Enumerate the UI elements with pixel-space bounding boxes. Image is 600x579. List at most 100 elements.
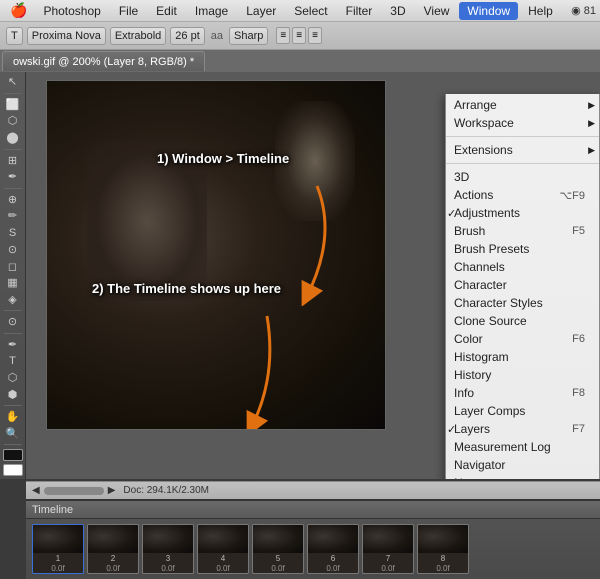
align-left-button[interactable]: ≡ xyxy=(276,27,290,44)
shape-tool[interactable]: ⬢ xyxy=(2,387,24,403)
color-shortcut: F6 xyxy=(572,333,585,345)
menu-item-color[interactable]: Color F6 xyxy=(446,330,599,348)
options-bar: T Proxima Nova Extrabold 26 pt aa Sharp … xyxy=(0,22,600,50)
menubar-item-view[interactable]: View xyxy=(416,2,458,20)
menubar-item-layer[interactable]: Layer xyxy=(238,2,284,20)
gradient-tool[interactable]: ▦ xyxy=(2,275,24,291)
frame-thumb-4-time: 0.0f xyxy=(216,564,229,573)
frame-thumb-7[interactable]: 7 0.0f xyxy=(362,524,414,574)
window-menu-dropdown: Arrange Workspace Extensions 3D Actions … xyxy=(445,94,600,479)
frame-thumb-5[interactable]: 5 0.0f xyxy=(252,524,304,574)
timeline-scroll-thumb[interactable] xyxy=(44,487,104,495)
pen-tool[interactable]: ✒ xyxy=(2,336,24,352)
path-select-tool[interactable]: ⬡ xyxy=(2,370,24,386)
menubar-item-window[interactable]: Window xyxy=(459,2,518,20)
menu-item-navigator[interactable]: Navigator xyxy=(446,456,599,474)
menubar-left: 🍎 Photoshop File Edit Image Layer Select… xyxy=(4,2,561,20)
frame-thumb-6-time: 0.0f xyxy=(326,564,339,573)
frame-thumb-3-image xyxy=(143,525,193,553)
menubar-item-select[interactable]: Select xyxy=(286,2,335,20)
frame-thumb-2-image xyxy=(88,525,138,553)
brush-tool[interactable]: ✏ xyxy=(2,208,24,224)
layers-shortcut: F7 xyxy=(572,423,585,435)
frame-thumb-8-num: 8 xyxy=(441,553,445,564)
frame-thumb-2[interactable]: 2 0.0f xyxy=(87,524,139,574)
scroll-right-button[interactable]: ▶ xyxy=(108,485,116,496)
scroll-left-button[interactable]: ◀ xyxy=(32,485,40,496)
frame-thumb-4-image xyxy=(198,525,248,553)
frame-thumb-1[interactable]: 1 0.0f xyxy=(32,524,84,574)
menubar-item-3d[interactable]: 3D xyxy=(382,2,413,20)
menubar-item-image[interactable]: Image xyxy=(187,2,236,20)
menu-item-histogram[interactable]: Histogram xyxy=(446,348,599,366)
frame-thumb-4[interactable]: 4 0.0f xyxy=(197,524,249,574)
menu-item-brush-presets[interactable]: Brush Presets xyxy=(446,240,599,258)
frame-thumb-7-time: 0.0f xyxy=(381,564,394,573)
frame-thumb-3[interactable]: 3 0.0f xyxy=(142,524,194,574)
menu-item-notes[interactable]: Notes xyxy=(446,474,599,479)
arrow-2-icon xyxy=(197,306,317,430)
menu-item-clone-source[interactable]: Clone Source xyxy=(446,312,599,330)
tool-type-indicator: T xyxy=(6,27,23,45)
menu-item-actions[interactable]: Actions ⌥F9 xyxy=(446,186,599,204)
clone-tool[interactable]: S xyxy=(2,225,24,241)
marquee-tool[interactable]: ⬜ xyxy=(2,96,24,112)
apple-menu[interactable]: 🍎 xyxy=(4,2,33,19)
frame-thumb-5-image xyxy=(253,525,303,553)
frame-thumb-6[interactable]: 6 0.0f xyxy=(307,524,359,574)
menu-divider-1 xyxy=(446,136,599,137)
frame-thumb-8[interactable]: 8 0.0f xyxy=(417,524,469,574)
zoom-tool[interactable]: 🔍 xyxy=(2,426,24,442)
menu-item-history[interactable]: History xyxy=(446,366,599,384)
align-center-button[interactable]: ≡ xyxy=(292,27,306,44)
background-color[interactable] xyxy=(3,464,23,476)
move-tool[interactable]: ↖ xyxy=(2,74,24,90)
menu-item-info[interactable]: Info F8 xyxy=(446,384,599,402)
document-tab[interactable]: owski.gif @ 200% (Layer 8, RGB/8) * xyxy=(2,51,205,71)
tool-divider-5 xyxy=(4,333,22,334)
menu-item-measurement-log[interactable]: Measurement Log xyxy=(446,438,599,456)
foreground-color[interactable] xyxy=(3,449,23,461)
dodge-tool[interactable]: ⊙ xyxy=(2,314,24,330)
type-tool[interactable]: T xyxy=(2,353,24,369)
frame-thumb-7-image xyxy=(363,525,413,553)
battery-wifi-info: ◉ 81 xyxy=(571,4,596,17)
font-size-field[interactable]: 26 pt xyxy=(170,27,204,45)
menu-item-workspace[interactable]: Workspace xyxy=(446,114,599,132)
menu-item-layers[interactable]: Layers F7 xyxy=(446,420,599,438)
frame-thumb-1-image xyxy=(33,525,83,553)
font-name-field[interactable]: Proxima Nova xyxy=(27,27,106,45)
menu-item-character-styles[interactable]: Character Styles xyxy=(446,294,599,312)
menu-item-3d[interactable]: 3D xyxy=(446,168,599,186)
eraser-tool[interactable]: ◻ xyxy=(2,258,24,274)
blur-tool[interactable]: ◈ xyxy=(2,292,24,308)
menubar-item-photoshop[interactable]: Photoshop xyxy=(35,2,108,20)
menu-divider-2 xyxy=(446,163,599,164)
timeline-panel: Timeline 1 0.0f 2 0.0f 3 0.0f 4 0.0f 5 0… xyxy=(26,499,600,579)
menu-item-extensions[interactable]: Extensions xyxy=(446,141,599,159)
menu-item-brush[interactable]: Brush F5 xyxy=(446,222,599,240)
align-right-button[interactable]: ≡ xyxy=(308,27,322,44)
align-buttons: ≡ ≡ ≡ xyxy=(276,27,322,44)
hand-tool[interactable]: ✋ xyxy=(2,409,24,425)
crop-tool[interactable]: ⊞ xyxy=(2,152,24,168)
history-tool[interactable]: ⊙ xyxy=(2,241,24,257)
eyedropper-tool[interactable]: ✒ xyxy=(2,169,24,185)
canvas-image: 1) Window > Timeline 2) The Timeline sho… xyxy=(46,80,386,430)
menu-item-character[interactable]: Character xyxy=(446,276,599,294)
menu-item-arrange[interactable]: Arrange xyxy=(446,96,599,114)
menu-item-adjustments[interactable]: Adjustments xyxy=(446,204,599,222)
quick-select-tool[interactable]: ⬤ xyxy=(2,130,24,146)
menubar-item-file[interactable]: File xyxy=(111,2,146,20)
menubar-item-filter[interactable]: Filter xyxy=(338,2,381,20)
timeline-frames: 1 0.0f 2 0.0f 3 0.0f 4 0.0f 5 0.0f 6 0.0… xyxy=(26,519,600,579)
font-style-field[interactable]: Extrabold xyxy=(110,27,166,45)
healing-tool[interactable]: ⊕ xyxy=(2,191,24,207)
menu-item-layer-comps[interactable]: Layer Comps xyxy=(446,402,599,420)
menubar-item-help[interactable]: Help xyxy=(520,2,561,20)
timeline-header: Timeline xyxy=(26,501,600,519)
aa-method-field[interactable]: Sharp xyxy=(229,27,268,45)
menu-item-channels[interactable]: Channels xyxy=(446,258,599,276)
menubar-item-edit[interactable]: Edit xyxy=(148,2,185,20)
lasso-tool[interactable]: ⬡ xyxy=(2,113,24,129)
